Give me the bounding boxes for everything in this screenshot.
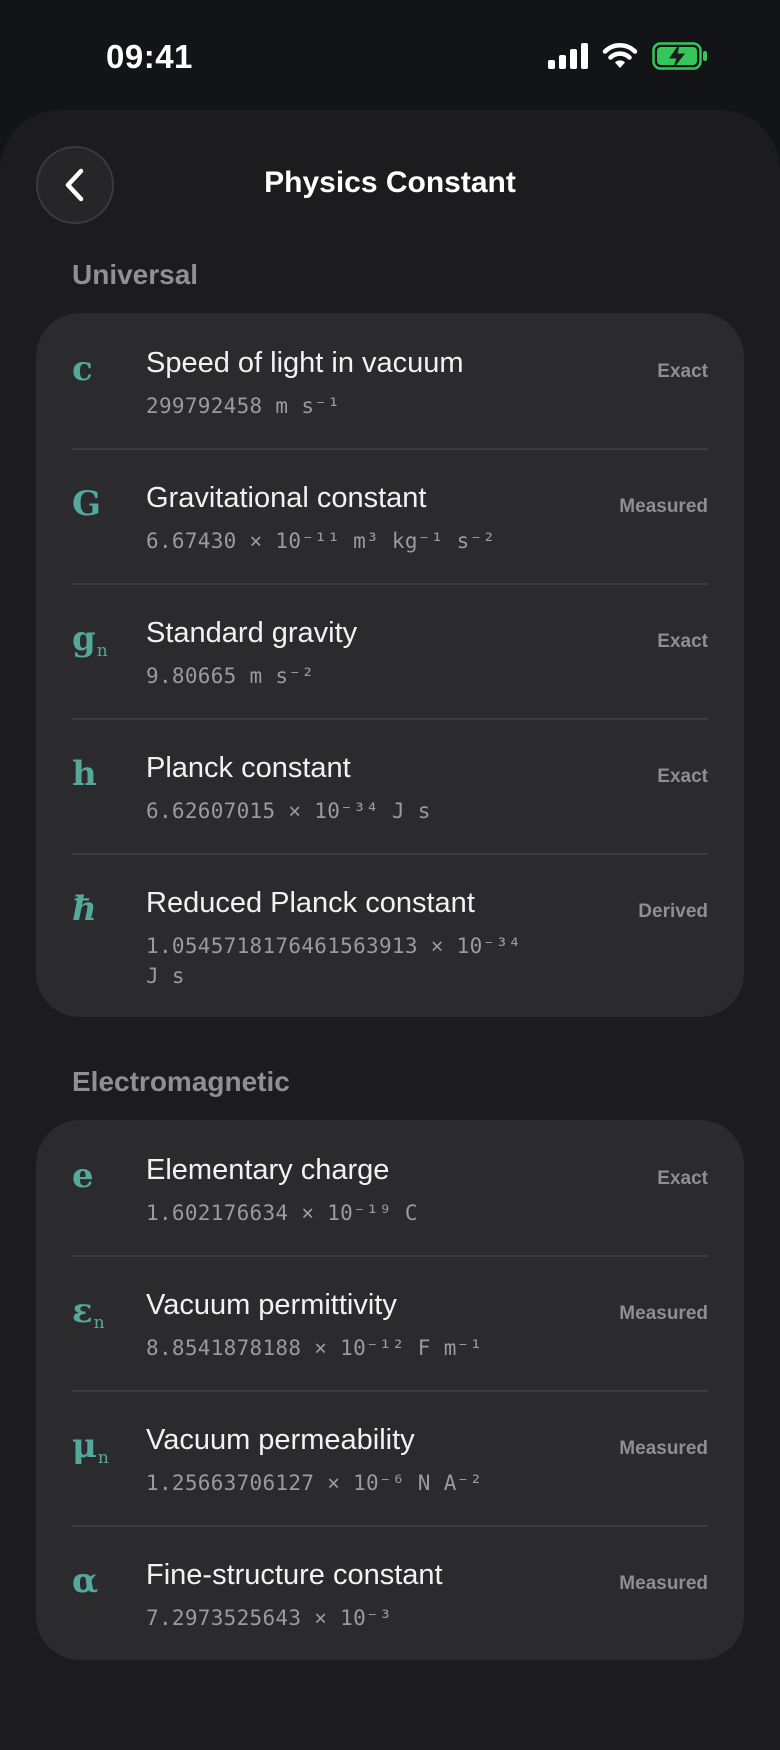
constant-value: 6.62607015 × 10⁻³⁴ J s xyxy=(146,799,431,823)
status-badge: Measured xyxy=(619,1573,708,1594)
constant-row[interactable]: gn Standard gravity 9.80665 m s⁻² Exact xyxy=(36,583,744,718)
main-sheet: Physics Constant Universal c Speed of li… xyxy=(0,110,780,1750)
constant-name: Planck constant xyxy=(146,752,351,784)
constant-symbol: gn xyxy=(72,619,108,661)
status-bar: 09:41 xyxy=(0,0,780,110)
constant-symbol: μn xyxy=(72,1426,109,1468)
battery-charging-icon xyxy=(652,42,707,70)
constant-row[interactable]: εn Vacuum permittivity 8.8541878188 × 10… xyxy=(36,1255,744,1390)
constant-name: Gravitational constant xyxy=(146,482,427,514)
constant-name: Reduced Planck constant xyxy=(146,887,475,919)
constant-symbol: α xyxy=(72,1561,99,1601)
constant-name: Elementary charge xyxy=(146,1154,390,1186)
status-icons xyxy=(548,42,708,70)
constant-row[interactable]: ħ Reduced Planck constant 1.054571817646… xyxy=(36,853,744,1017)
constant-symbol: e xyxy=(72,1156,94,1196)
constant-value: 1.054571817646156391​3 × 10⁻³⁴ J s xyxy=(146,934,522,988)
constants-card-universal: c Speed of light in vacuum 299792458 m s… xyxy=(36,313,744,1017)
constant-value: 7.2973525643 × 10⁻³ xyxy=(146,1606,392,1630)
constant-symbol: G xyxy=(72,484,102,524)
constant-symbol: εn xyxy=(72,1291,105,1333)
constant-value: 1.602176634 × 10⁻¹⁹ C xyxy=(146,1201,418,1225)
wifi-icon xyxy=(602,43,638,68)
constant-symbol: ħ xyxy=(72,889,97,929)
status-badge: Exact xyxy=(657,631,708,652)
status-badge: Measured xyxy=(619,496,708,517)
status-badge: Exact xyxy=(657,361,708,382)
section-title-universal: Universal xyxy=(72,259,199,290)
constant-name: Standard gravity xyxy=(146,617,358,649)
status-badge: Exact xyxy=(657,766,708,787)
constant-row[interactable]: h Planck constant 6.62607015 × 10⁻³⁴ J s… xyxy=(36,718,744,853)
section-title-electromagnetic: Electromagnetic xyxy=(72,1066,290,1097)
constants-card-electromagnetic: e Elementary charge 1.602176634 × 10⁻¹⁹ … xyxy=(36,1120,744,1660)
constant-value: 6.67430 × 10⁻¹¹ m³ kg⁻¹ s⁻² xyxy=(146,529,496,553)
constant-row[interactable]: μn Vacuum permeability 1.25663706127 × 1… xyxy=(36,1390,744,1525)
cellular-signal-icon xyxy=(548,43,588,69)
constant-symbol: h xyxy=(72,754,97,794)
constant-name: Speed of light in vacuum xyxy=(146,347,464,379)
status-time: 09:41 xyxy=(106,38,193,75)
constant-row[interactable]: α Fine-structure constant 7.2973525643 ×… xyxy=(36,1525,744,1660)
constant-value: 1.25663706127 × 10⁻⁶ N A⁻² xyxy=(146,1471,483,1495)
constant-symbol: c xyxy=(72,349,93,389)
page-title: Physics Constant xyxy=(264,166,516,199)
constant-value: 8.8541878188 × 10⁻¹² F m⁻¹ xyxy=(146,1336,483,1360)
status-badge: Measured xyxy=(619,1438,708,1459)
constant-row[interactable]: c Speed of light in vacuum 299792458 m s… xyxy=(36,313,744,448)
status-badge: Exact xyxy=(657,1168,708,1189)
status-badge: Derived xyxy=(638,901,708,922)
constant-name: Vacuum permeability xyxy=(146,1424,415,1456)
constant-row[interactable]: e Elementary charge 1.602176634 × 10⁻¹⁹ … xyxy=(36,1120,744,1255)
constant-value: 9.80665 m s⁻² xyxy=(146,664,315,688)
constant-name: Vacuum permittivity xyxy=(146,1289,397,1321)
status-badge: Measured xyxy=(619,1303,708,1324)
constant-row[interactable]: G Gravitational constant 6.67430 × 10⁻¹¹… xyxy=(36,448,744,583)
constant-value: 299792458 m s⁻¹ xyxy=(146,394,341,418)
constant-name: Fine-structure constant xyxy=(146,1559,443,1591)
